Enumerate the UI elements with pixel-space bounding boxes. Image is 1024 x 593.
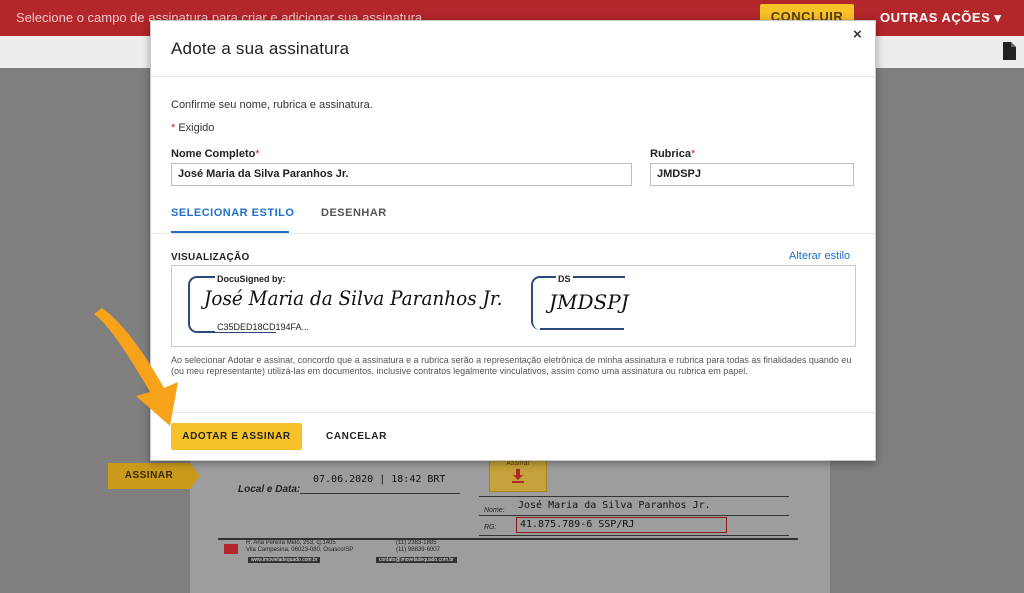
full-name-required: * [255,148,260,160]
other-actions-menu[interactable]: OUTRAS AÇÕES ▾ [880,10,1001,26]
full-name-label-text: Nome Completo [171,148,256,160]
initials-label: Rubrica* [650,148,695,160]
name-value: José Maria da Silva Paranhos Jr. [518,500,711,511]
full-name-label: Nome Completo* [171,148,260,160]
full-name-input[interactable]: José Maria da Silva Paranhos Jr. [171,163,632,186]
close-icon[interactable]: × [853,26,862,43]
initials-input[interactable]: JMDSPJ [650,163,854,186]
footer-address: R. Ana Pereira Melo, 253, cj.1405 Vila C… [246,540,353,554]
signature-line [479,496,789,497]
initials-required: * [690,148,696,160]
date-line [300,493,460,494]
rg-line [479,535,789,536]
adopt-signature-dialog: Adote a sua assinatura × Confirme seu no… [150,20,876,461]
initials-label-text: Rubrica [650,148,691,160]
rg-label: RG: [484,524,497,531]
local-date-label: Local e Data: [238,484,301,495]
required-note: * Exigido [171,122,214,134]
cancel-button[interactable]: CANCELAR [326,423,387,450]
change-style-link[interactable]: Alterar estilo [789,250,850,262]
sign-here-tag[interactable]: ASSINAR [108,463,200,489]
rg-field[interactable]: 41.875.789-6 SSP/RJ [516,517,727,533]
header-divider [151,76,875,77]
tab-select-style[interactable]: SELECIONAR ESTILO [171,207,294,219]
name-label: Nome: [484,507,505,514]
footer-divider-line [151,412,875,413]
required-text: Exigido [175,122,215,134]
tab-draw[interactable]: DESENHAR [321,207,387,219]
signature-preview: DocuSigned by: José Maria da Silva Paran… [171,265,856,347]
date-value: 07.06.2020 | 18:42 BRT [313,474,446,485]
dialog-title: Adote a sua assinatura [171,39,350,58]
highlight-arrow-icon [94,308,178,426]
footer-phone-2: (11) 98839-6007 [396,547,440,553]
signature-preview-text: José Maria da Silva Paranhos Jr. [204,286,503,310]
footer-address-line-1: R. Ana Pereira Melo, 253, cj.1405 [246,540,336,546]
signature-field[interactable]: Assinar [489,458,547,492]
preview-label: VISUALIZAÇÃO [171,252,250,263]
initials-frame-bottom [540,328,624,330]
legal-disclaimer: Ao selecionar Adotar e assinar, concordo… [171,355,852,376]
ds-label: DS [556,274,573,284]
confirm-instructions: Confirme seu nome, rubrica e assinatura. [171,99,373,111]
signature-field-label: Assinar [506,460,530,467]
footer-site: www.imovieladequado.com.br [248,557,321,563]
docusigned-by-label: DocuSigned by: [215,274,288,284]
adopt-and-sign-button[interactable]: ADOTAR E ASSINAR [171,423,302,450]
tabs-divider [151,233,875,234]
signature-hash: C35DED18CD194FA... [215,322,312,332]
company-logo [224,544,238,554]
name-line [479,515,789,516]
footer-address-line-2: Vila Campesina, 06023-080, Osasco/SP [246,547,354,553]
download-arrow-icon [512,469,524,483]
footer-phones: (11) 2383-1885 (11) 98839-6007 [396,540,440,554]
footer-phone-1: (11) 2383-1885 [396,540,437,546]
document-icon[interactable] [1002,42,1016,60]
footer-email: contato@imoveladequado.com.br [376,557,457,563]
initials-preview-text: JMDSPJ [549,290,629,314]
